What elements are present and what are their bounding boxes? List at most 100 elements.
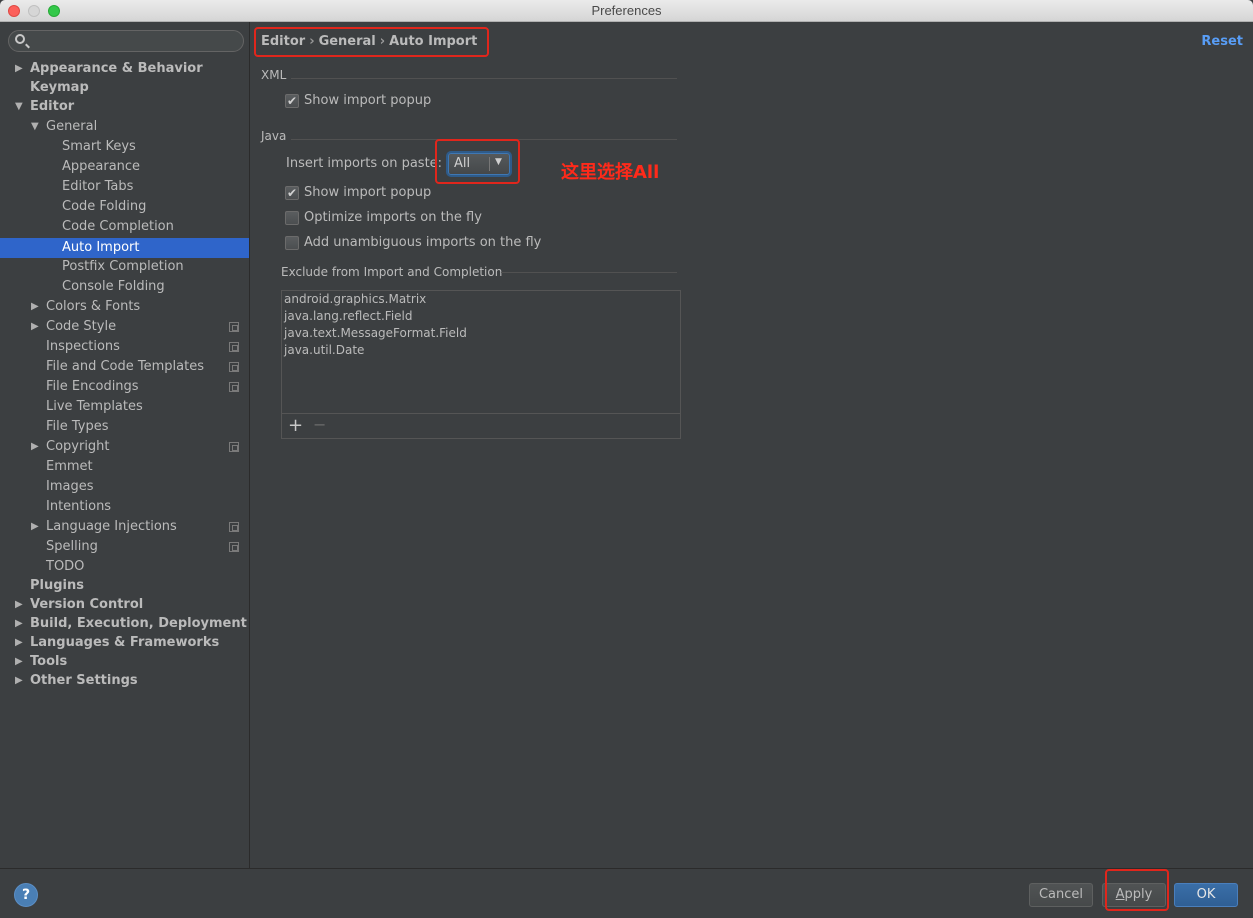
sidebar-item-label: Build, Execution, Deployment (30, 616, 247, 631)
sidebar-item-auto-import[interactable]: Auto Import (0, 238, 249, 258)
sidebar-item-copyright[interactable]: Copyright (0, 437, 249, 457)
sidebar-item-editor[interactable]: Editor (0, 97, 249, 117)
sidebar-item-inspections[interactable]: Inspections (0, 337, 249, 357)
sidebar-item-editor-tabs[interactable]: Editor Tabs (0, 177, 249, 197)
exclude-section-label: Exclude from Import and Completion (281, 265, 503, 279)
search-icon (15, 34, 25, 44)
checkbox-label: Show import popup (304, 185, 432, 200)
sidebar-item-console-folding[interactable]: Console Folding (0, 277, 249, 297)
checkbox-label: Add unambiguous imports on the fly (304, 235, 542, 250)
sidebar-item-label: Tools (30, 654, 68, 669)
sidebar-item-version-control[interactable]: Version Control (0, 595, 249, 615)
sidebar-item-label: Appearance & Behavior (30, 61, 203, 76)
sidebar-item-label: Images (46, 479, 94, 494)
list-item[interactable]: java.text.MessageFormat.Field (284, 325, 467, 342)
sidebar-item-label: Intentions (46, 499, 112, 514)
apply-highlight-box (1105, 869, 1169, 911)
sidebar-item-intentions[interactable]: Intentions (0, 497, 249, 517)
sidebar-item-code-style[interactable]: Code Style (0, 317, 249, 337)
list-item[interactable]: java.lang.reflect.Field (284, 308, 413, 325)
expand-arrow-icon[interactable] (15, 595, 23, 615)
expand-arrow-icon[interactable] (15, 614, 23, 634)
sidebar-item-label: File Encodings (46, 379, 139, 394)
sidebar-item-label: General (46, 119, 98, 134)
sidebar-item-languages-frameworks[interactable]: Languages & Frameworks (0, 633, 249, 653)
sidebar-item-label: Live Templates (46, 399, 143, 414)
xml-show-import-popup-checkbox[interactable] (285, 92, 299, 110)
sidebar-item-file-code-templates[interactable]: File and Code Templates (0, 357, 249, 377)
sidebar-item-images[interactable]: Images (0, 477, 249, 497)
sidebar-item-label: Version Control (30, 597, 144, 612)
expand-arrow-icon[interactable] (15, 671, 23, 691)
reset-link[interactable]: Reset (1201, 34, 1243, 49)
sidebar-item-keymap[interactable]: Keymap (0, 78, 249, 98)
list-toolbar: + − (282, 413, 680, 438)
expand-arrow-icon[interactable] (31, 317, 39, 337)
sidebar-item-label: Code Style (46, 319, 117, 334)
sidebar-item-file-types[interactable]: File Types (0, 417, 249, 437)
collapse-arrow-icon[interactable] (31, 117, 39, 137)
sidebar-item-label: Code Folding (62, 199, 147, 214)
help-button[interactable]: ? (14, 883, 38, 907)
sidebar-item-plugins[interactable]: Plugins (0, 576, 249, 596)
sidebar-item-file-encodings[interactable]: File Encodings (0, 377, 249, 397)
section-divider (501, 272, 677, 273)
insert-imports-label: Insert imports on paste: (286, 156, 443, 171)
sidebar-item-tools[interactable]: Tools (0, 652, 249, 672)
optimize-imports-checkbox[interactable] (285, 211, 299, 225)
select-highlight-box (435, 139, 520, 184)
sidebar-item-label: Console Folding (62, 279, 165, 294)
expand-arrow-icon[interactable] (15, 652, 23, 672)
remove-icon[interactable]: − (313, 415, 326, 434)
collapse-arrow-icon[interactable] (15, 97, 23, 117)
sidebar-item-label: File Types (46, 419, 109, 434)
expand-arrow-icon[interactable] (15, 59, 23, 79)
cancel-button[interactable]: Cancel (1029, 883, 1093, 907)
checkbox-label: Show import popup (304, 93, 432, 108)
expand-arrow-icon[interactable] (31, 517, 39, 537)
sidebar-item-spelling[interactable]: Spelling (0, 537, 249, 557)
expand-arrow-icon[interactable] (15, 633, 23, 653)
sidebar-item-other-settings[interactable]: Other Settings (0, 671, 249, 691)
sidebar-item-todo[interactable]: TODO (0, 557, 249, 577)
settings-content: Editor›General›Auto Import Reset XML Sho… (251, 22, 1253, 868)
java-show-import-popup-checkbox[interactable] (285, 184, 299, 202)
list-item[interactable]: java.util.Date (284, 342, 364, 359)
expand-arrow-icon[interactable] (31, 437, 39, 457)
search-input[interactable] (8, 30, 244, 52)
sidebar-item-smart-keys[interactable]: Smart Keys (0, 137, 249, 157)
sidebar-item-label: Languages & Frameworks (30, 635, 220, 650)
add-unambiguous-checkbox[interactable] (285, 236, 299, 250)
sidebar-item-label: Postfix Completion (62, 259, 184, 274)
sidebar-item-colors-fonts[interactable]: Colors & Fonts (0, 297, 249, 317)
sidebar-item-language-injections[interactable]: Language Injections (0, 517, 249, 537)
project-settings-icon (229, 382, 239, 392)
sidebar-item-label: Appearance (62, 159, 141, 174)
project-settings-icon (229, 362, 239, 372)
add-icon[interactable]: + (288, 415, 303, 436)
exclude-list[interactable]: android.graphics.Matrix java.lang.reflec… (281, 290, 681, 439)
sidebar-item-live-templates[interactable]: Live Templates (0, 397, 249, 417)
sidebar-item-label: Spelling (46, 539, 98, 554)
sidebar-item-label: File and Code Templates (46, 359, 204, 374)
project-settings-icon (229, 342, 239, 352)
expand-arrow-icon[interactable] (31, 297, 39, 317)
ok-button[interactable]: OK (1174, 883, 1238, 907)
window-title: Preferences (591, 3, 662, 18)
sidebar-item-appearance[interactable]: Appearance (0, 157, 249, 177)
sidebar-item-code-folding[interactable]: Code Folding (0, 197, 249, 217)
xml-section-label: XML (261, 68, 287, 82)
sidebar-item-label: Code Completion (62, 219, 174, 234)
settings-sidebar: Appearance & Behavior Keymap Editor Gene… (0, 22, 250, 868)
sidebar-item-emmet[interactable]: Emmet (0, 457, 249, 477)
sidebar-item-appearance-behavior[interactable]: Appearance & Behavior (0, 59, 249, 79)
sidebar-item-label: TODO (46, 559, 85, 574)
sidebar-item-build-execution[interactable]: Build, Execution, Deployment (0, 614, 249, 634)
sidebar-item-general[interactable]: General (0, 117, 249, 137)
sidebar-item-code-completion[interactable]: Code Completion (0, 217, 249, 237)
breadcrumb-highlight-box (254, 27, 489, 57)
list-item[interactable]: android.graphics.Matrix (284, 291, 426, 308)
sidebar-item-postfix-completion[interactable]: Postfix Completion (0, 257, 249, 277)
sidebar-item-label: Editor Tabs (62, 179, 134, 194)
sidebar-item-label: Colors & Fonts (46, 299, 141, 314)
